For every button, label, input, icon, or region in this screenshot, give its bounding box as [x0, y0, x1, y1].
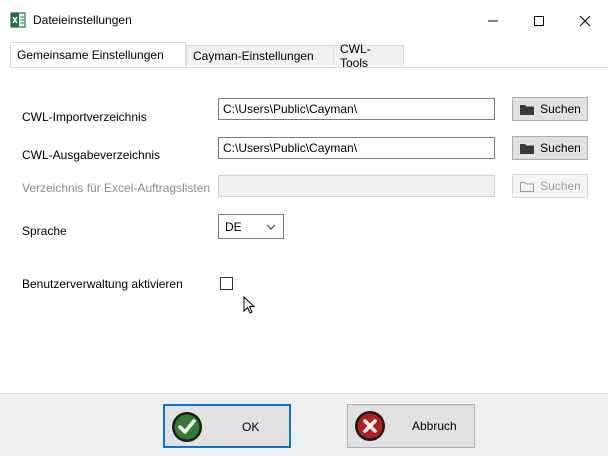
minimize-icon	[488, 20, 498, 22]
close-button[interactable]	[562, 6, 608, 36]
close-icon	[579, 15, 591, 27]
user-mgmt-label: Benutzerverwaltung aktivieren	[22, 277, 183, 291]
checkmark-icon	[172, 412, 202, 442]
language-label: Sprache	[22, 224, 67, 238]
export-dir-field[interactable]: C:\Users\Public\Cayman\	[218, 137, 495, 159]
tab-cwl-tools[interactable]: CWL-Tools	[333, 42, 404, 70]
browse-label: Suchen	[540, 141, 581, 155]
chevron-down-icon	[266, 224, 276, 230]
maximize-icon	[534, 16, 544, 26]
import-dir-browse-button[interactable]: Suchen	[512, 97, 588, 121]
folder-icon	[520, 104, 535, 115]
maximize-button[interactable]	[516, 6, 562, 36]
mouse-cursor-icon	[243, 296, 256, 314]
window-title: Dateieinstellungen	[33, 13, 132, 27]
import-dir-field[interactable]: C:\Users\Public\Cayman\	[218, 98, 495, 120]
excel-dir-label: Verzeichnis für Excel-Auftragslisten	[22, 181, 211, 195]
cancel-label: Abbruch	[412, 419, 457, 433]
export-dir-label: CWL-Ausgabeverzeichnis	[22, 148, 161, 162]
user-mgmt-checkbox[interactable]	[220, 277, 233, 290]
tab-cayman-einstellungen[interactable]: Cayman-Einstellungen	[186, 45, 334, 65]
button-bar	[0, 393, 608, 456]
export-dir-browse-button[interactable]: Suchen	[512, 136, 588, 160]
excel-icon	[10, 12, 26, 28]
browse-label: Suchen	[540, 102, 581, 116]
cancel-x-icon	[355, 411, 385, 441]
browse-label: Suchen	[540, 179, 581, 193]
tab-strip: Gemeinsame Einstellungen Cayman-Einstell…	[10, 42, 608, 70]
folder-icon	[520, 143, 535, 154]
excel-dir-browse-button: Suchen	[512, 174, 588, 198]
ok-button[interactable]: OK	[163, 404, 291, 448]
cancel-button[interactable]: Abbruch	[347, 404, 475, 448]
ok-label: OK	[242, 420, 260, 434]
folder-outline-icon	[520, 181, 535, 192]
tab-gemeinsame-einstellungen[interactable]: Gemeinsame Einstellungen	[10, 42, 186, 67]
minimize-button[interactable]	[470, 6, 516, 36]
language-value: DE	[225, 220, 242, 234]
import-dir-label: CWL-Importverzeichnis	[22, 110, 147, 124]
language-select[interactable]: DE	[218, 214, 284, 239]
excel-dir-field	[218, 175, 495, 197]
